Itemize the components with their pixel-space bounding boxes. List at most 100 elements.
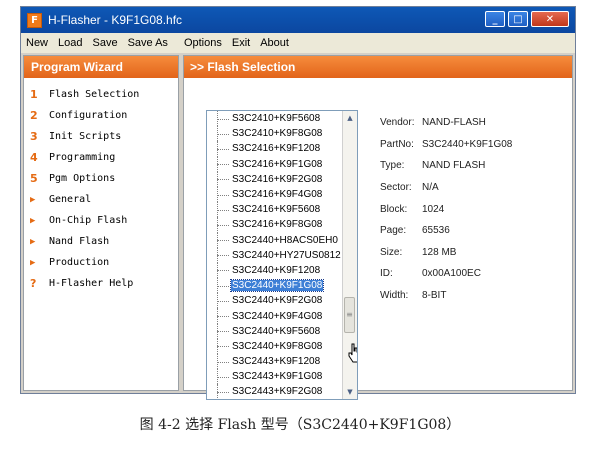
step-5-icon: 5: [30, 172, 38, 185]
scroll-up-icon[interactable]: ▲: [343, 111, 357, 125]
menu-save-as[interactable]: Save As: [123, 37, 173, 49]
wizard-item-programming[interactable]: 4 Programming: [24, 147, 178, 168]
wizard-item-general[interactable]: ▶ General: [24, 189, 178, 210]
flash-device-item[interactable]: S3C2410+K9F8G08: [207, 126, 357, 142]
wizard-item-pgm-options[interactable]: 5 Pgm Options: [24, 168, 178, 189]
wizard-item-flash-selection[interactable]: 1 Flash Selection: [24, 84, 178, 105]
flash-device-list[interactable]: S3C2410+K9F5608 S3C2410+K9F8G08 S3C2416+K9…: [206, 110, 358, 400]
detail-value: NAND FLASH: [422, 160, 486, 172]
tree-connector: [207, 369, 231, 385]
wizard-item-on-chip-flash[interactable]: ▶ On-Chip Flash: [24, 210, 178, 231]
detail-value: 0x00A100EC: [422, 268, 481, 280]
flash-device-item[interactable]: S3C2416+K9F1208: [207, 141, 357, 157]
flash-device-label: S3C2440+HY27US0812: [232, 249, 341, 261]
wizard-item-label: Configuration: [49, 110, 128, 121]
flash-device-label: S3C2440+K9F2G08: [232, 295, 323, 307]
close-button[interactable]: ✕: [531, 11, 569, 27]
flash-device-item[interactable]: S3C2440+K9F2G08: [207, 293, 357, 309]
flash-device-label: S3C2410+K9F5608: [232, 113, 321, 125]
wizard-item-label: Production: [49, 257, 110, 268]
program-wizard-panel: Program Wizard 1 Flash Selection 2 Confi…: [23, 55, 179, 391]
flash-device-label: S3C2410+K9F8G08: [232, 128, 323, 140]
flash-selection-panel: >> Flash Selection S3C2410+K9F5608 S3C241…: [183, 55, 573, 400]
tree-connector: [207, 156, 231, 172]
detail-value: 1024: [422, 203, 445, 215]
tree-connector: [207, 111, 231, 127]
tree-connector: [207, 171, 231, 188]
tree-connector: [207, 354, 231, 370]
tree-connector: [207, 338, 231, 355]
tree-connector: [207, 323, 231, 340]
step-4-icon: 4: [30, 151, 38, 164]
flash-device-item[interactable]: S3C2416+K9F8G08: [207, 217, 357, 233]
detail-value: S3C2440+K9F1G08: [422, 138, 513, 150]
tree-connector: [207, 308, 231, 324]
wizard-item-label: Init Scripts: [49, 131, 122, 142]
detail-row: Block: 1024: [380, 198, 512, 220]
detail-label: Vendor:: [380, 117, 415, 129]
flash-device-label: S3C2440+K9F8G08: [232, 340, 323, 352]
flash-device-item[interactable]: S3C2410+K9F5608: [207, 111, 357, 127]
detail-value: 8-BIT: [422, 290, 447, 302]
flash-device-item[interactable]: S3C2440+HY27US0812: [207, 247, 357, 264]
flash-device-item[interactable]: S3C2416+K9F5608: [207, 202, 357, 218]
detail-label: PartNo:: [380, 138, 414, 150]
wizard-item-configuration[interactable]: 2 Configuration: [24, 105, 178, 126]
window-title: H-Flasher - K9F1G08.hfc: [48, 13, 183, 27]
detail-value: NAND-FLASH: [422, 117, 486, 129]
flash-device-label: S3C2440+K9F4G08: [232, 310, 323, 322]
menu-options[interactable]: Options: [179, 37, 227, 49]
flash-device-item[interactable]: S3C2443+K9F2G08: [207, 384, 357, 399]
tree-connector: [207, 141, 231, 157]
detail-label: ID:: [380, 268, 393, 280]
detail-row: PartNo: S3C2440+K9F1G08: [380, 134, 512, 156]
arrow-right-icon: ▶: [30, 257, 36, 268]
tree-connector: [207, 186, 231, 203]
menu-save[interactable]: Save: [88, 37, 123, 49]
arrow-right-icon: ▶: [30, 215, 36, 226]
menu-load[interactable]: Load: [53, 37, 87, 49]
wizard-item-help[interactable]: ? H-Flasher Help: [24, 273, 178, 294]
flash-device-item[interactable]: S3C2443+K9F1208: [207, 354, 357, 370]
detail-row: Sector: N/A: [380, 177, 512, 199]
flash-device-item[interactable]: S3C2416+K9F1G08: [207, 156, 357, 172]
tree-connector: [207, 232, 231, 248]
flash-device-item[interactable]: S3C2416+K9F4G08: [207, 186, 357, 203]
menu-new[interactable]: New: [21, 37, 53, 49]
flash-device-item[interactable]: S3C2440+K9F4G08: [207, 308, 357, 324]
detail-label: Sector:: [380, 182, 412, 194]
app-logo-icon: F: [27, 12, 42, 28]
detail-value: N/A: [422, 182, 439, 194]
detail-row: Vendor: NAND-FLASH: [380, 112, 512, 134]
flash-device-item[interactable]: S3C2440+K9F5608: [207, 323, 357, 340]
flash-details: Vendor: NAND-FLASH PartNo: S3C2440+K9F1G08 T…: [380, 112, 512, 306]
scroll-down-icon[interactable]: ▼: [343, 385, 357, 399]
wizard-item-label: Nand Flash: [49, 236, 110, 247]
flash-selection-header: >> Flash Selection: [184, 56, 572, 78]
wizard-item-production[interactable]: ▶ Production: [24, 252, 178, 273]
wizard-item-nand-flash[interactable]: ▶ Nand Flash: [24, 231, 178, 252]
help-icon: ?: [30, 277, 37, 290]
flash-device-item[interactable]: S3C2440+K9F8G08: [207, 338, 357, 355]
flash-device-item[interactable]: S3C2440+H8ACS0EH0: [207, 232, 357, 248]
title-bar[interactable]: F H-Flasher - K9F1G08.hfc _ □ ✕: [21, 7, 575, 33]
scroll-thumb[interactable]: ≡: [344, 297, 355, 333]
menu-exit[interactable]: Exit: [227, 37, 255, 49]
flash-device-item[interactable]: S3C2416+K9F2G08: [207, 171, 357, 188]
tree-connector: [207, 217, 231, 233]
mouse-hand-cursor-icon: [348, 343, 357, 363]
maximize-button[interactable]: □: [508, 11, 528, 27]
step-1-icon: 1: [30, 88, 38, 101]
minimize-button[interactable]: _: [485, 11, 505, 27]
wizard-item-init-scripts[interactable]: 3 Init Scripts: [24, 126, 178, 147]
figure-caption: 图 4-2 选择 Flash 型号（S3C2440+K9F1G08）: [139, 417, 461, 433]
tree-connector: [207, 126, 231, 142]
menu-about[interactable]: About: [255, 37, 294, 49]
step-2-icon: 2: [30, 109, 38, 122]
flash-device-item[interactable]: S3C2440+K9F1208: [207, 262, 357, 279]
flash-device-item-selected[interactable]: S3C2440+K9F1G08: [207, 278, 357, 294]
flash-device-label: S3C2416+K9F8G08: [232, 219, 323, 231]
flash-device-item[interactable]: S3C2443+K9F1G08: [207, 369, 357, 385]
tree-connector: [207, 262, 231, 279]
flash-device-label: S3C2443+K9F2G08: [232, 386, 323, 398]
